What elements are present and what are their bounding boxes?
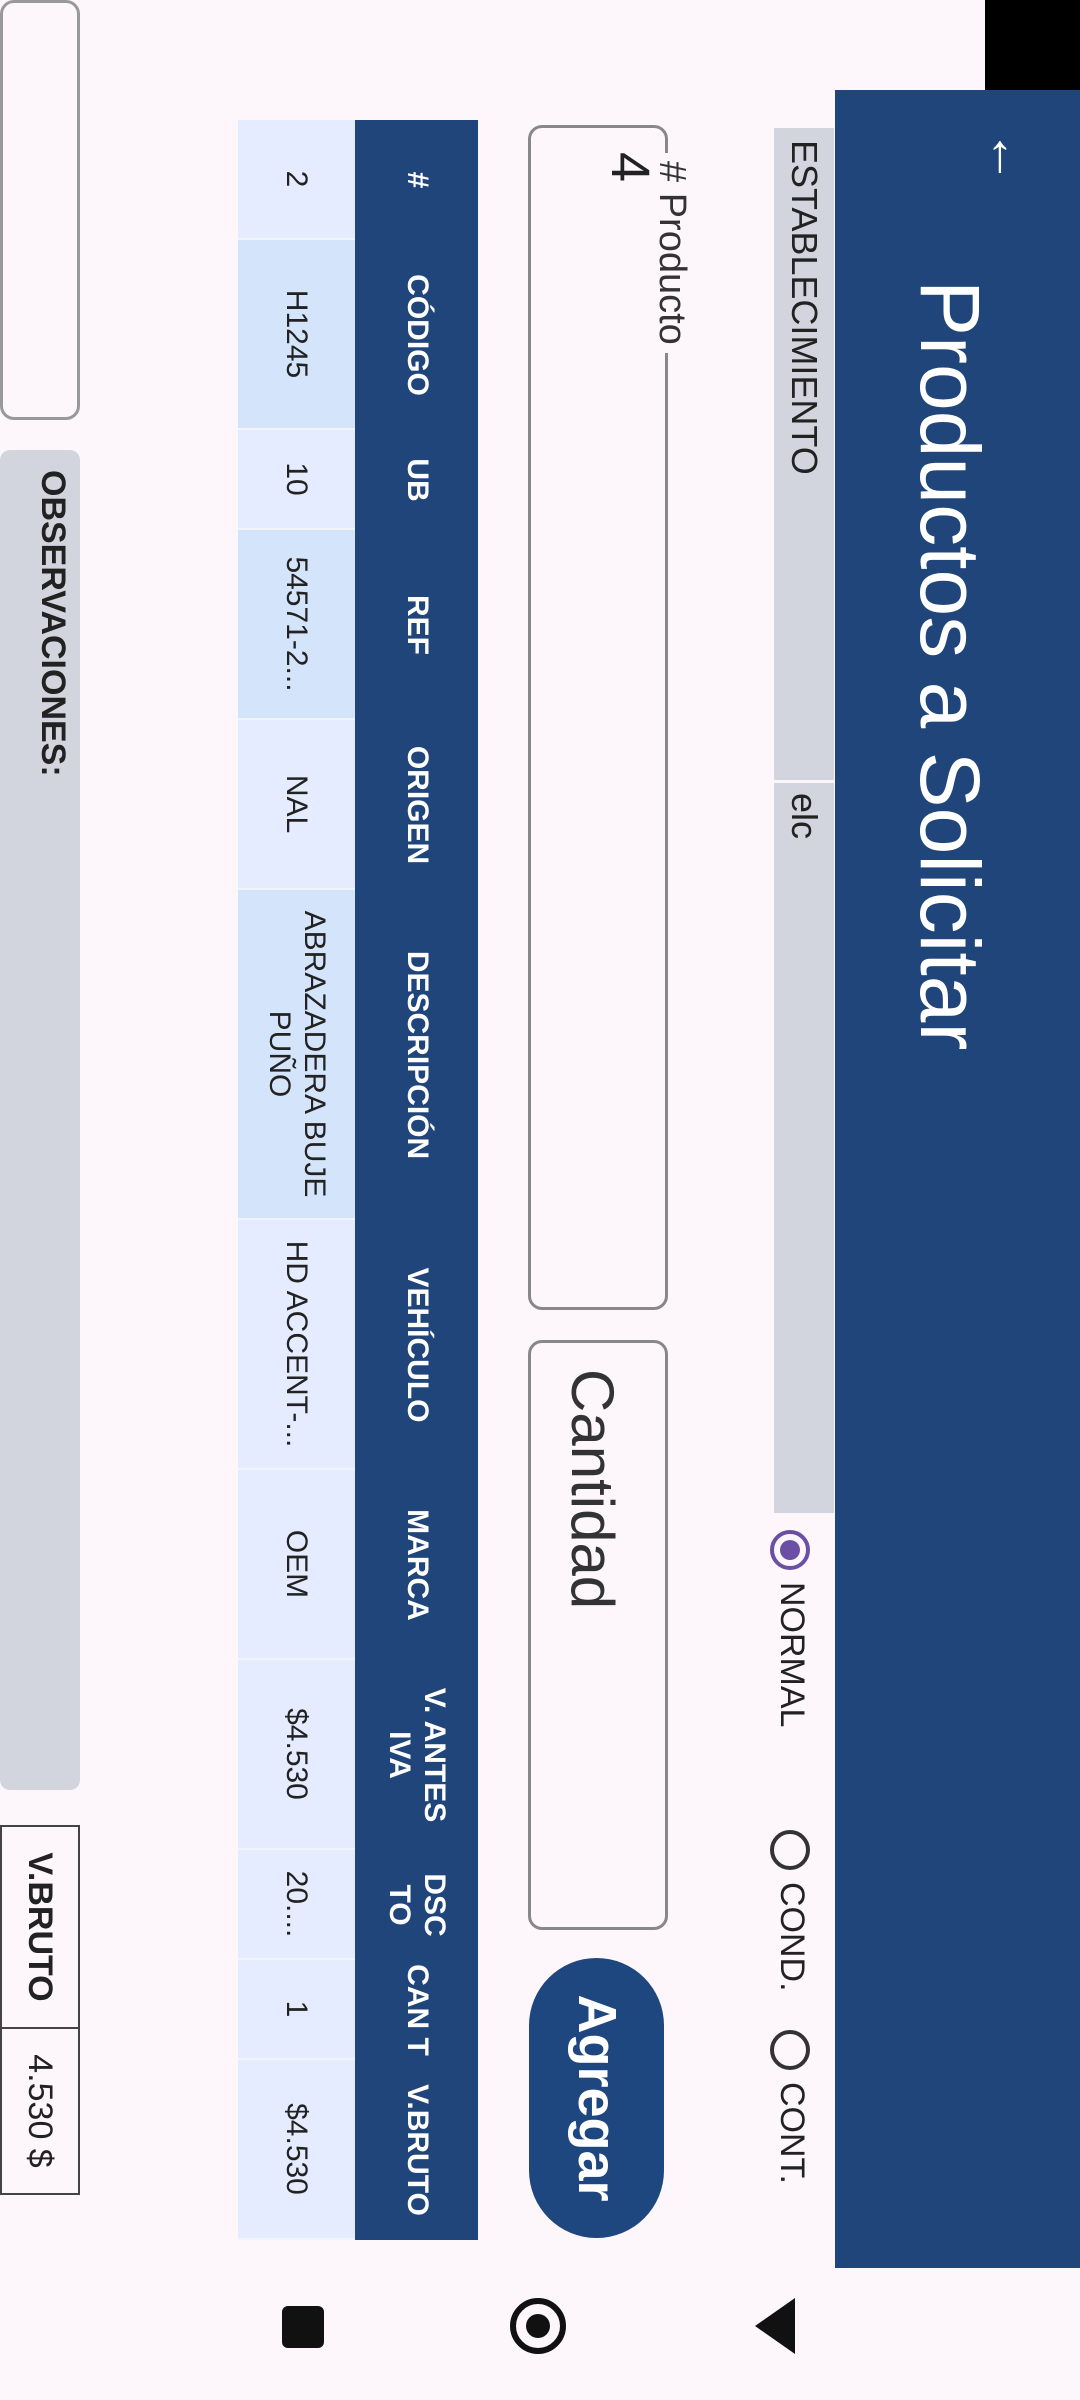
vbruto-value: 4.530 $ [21,2054,60,2168]
column-header[interactable]: V. ANTES IVA [355,1660,478,1850]
cantidad-placeholder: Cantidad [559,1369,626,1610]
radio-unselected-icon [769,2030,810,2070]
observaciones-input[interactable] [0,0,80,420]
establecimiento-label: ESTABLECIMIENTO [774,128,834,790]
table-cell: NAL [238,720,355,890]
radio-selected-icon [769,1530,810,1570]
column-header[interactable]: DESCRIPCIÓN [355,890,478,1220]
column-header[interactable]: DSC TO [355,1850,478,1960]
products-table: # CÓDIGO UB REF ORIGEN DESCRIPCIÓN VEHÍCULO MAR… [238,120,478,2240]
table-cell: 10 [238,430,355,530]
column-header[interactable]: UB [355,430,478,530]
table-cell: 2 [238,120,355,240]
home-circle-icon[interactable] [510,2298,566,2354]
phone-screen: ← Productos a Solicitar ESTABLECIMIENTO … [0,0,1080,2400]
table-cell: H1245 [238,240,355,430]
column-header[interactable]: MARCA [355,1470,478,1660]
table-cell: $4.530 [238,1660,355,1850]
app-bar: ← Productos a Solicitar [835,90,1080,2270]
table-cell: HD ACCENT-... [238,1220,355,1470]
column-header[interactable]: REF [355,530,478,720]
column-header[interactable]: # [355,120,478,240]
radio-cont[interactable]: CONT. [762,2030,822,2184]
radio-cond-label: COND. [773,1882,811,1992]
agregar-button[interactable]: Agregar [529,1958,664,2238]
table-cell: ABRAZADERA BUJE PUÑO [238,890,355,1220]
back-arrow-icon[interactable]: ← [978,130,1040,184]
radio-cond[interactable]: COND. [762,1830,822,1992]
table-cell: 1 [238,1960,355,2060]
column-header[interactable]: CAN T [355,1960,478,2060]
column-header[interactable]: CÓDIGO [355,240,478,430]
page-title: Productos a Solicitar [903,280,997,1051]
radio-normal[interactable]: NORMAL [762,1530,822,1727]
rotated-app: ← Productos a Solicitar ESTABLECIMIENTO … [0,0,1080,2400]
square-recent-icon[interactable] [282,2306,324,2348]
producto-label: # Producto [650,153,693,353]
radio-normal-label: NORMAL [773,1582,811,1728]
vbruto-summary: V.BRUTO 4.530 $ [0,1825,80,2195]
cantidad-field[interactable]: Cantidad [528,1340,668,1930]
column-header[interactable]: VEHÍCULO [355,1220,478,1470]
vbruto-label: V.BRUTO [2,1827,78,2029]
table-cell: $4.530 [238,2060,355,2240]
producto-field[interactable]: # Producto 4 [528,125,693,1310]
observaciones-panel[interactable]: OBSERVACIONES: [0,450,80,1790]
observaciones-label: OBSERVACIONES: [34,470,72,777]
back-triangle-icon[interactable] [755,2298,795,2354]
system-nav-bar [0,2268,1080,2400]
column-header[interactable]: ORIGEN [355,720,478,890]
table-cell: 54571-2... [238,530,355,720]
column-header[interactable]: V.BRUTO [355,2060,478,2240]
radio-cont-label: CONT. [773,2082,811,2184]
table-cell: OEM [238,1470,355,1660]
table-header: # CÓDIGO UB REF ORIGEN DESCRIPCIÓN VEHÍCULO MAR… [355,120,478,2240]
producto-value: 4 [600,152,660,183]
table-cell: 20.... [238,1850,355,1960]
establecimiento-value[interactable]: elc [774,780,834,1513]
table-row[interactable]: 2 H1245 10 54571-2... NAL ABRAZADERA BUJE PUÑ… [238,120,355,2240]
radio-unselected-icon [769,1830,810,1870]
